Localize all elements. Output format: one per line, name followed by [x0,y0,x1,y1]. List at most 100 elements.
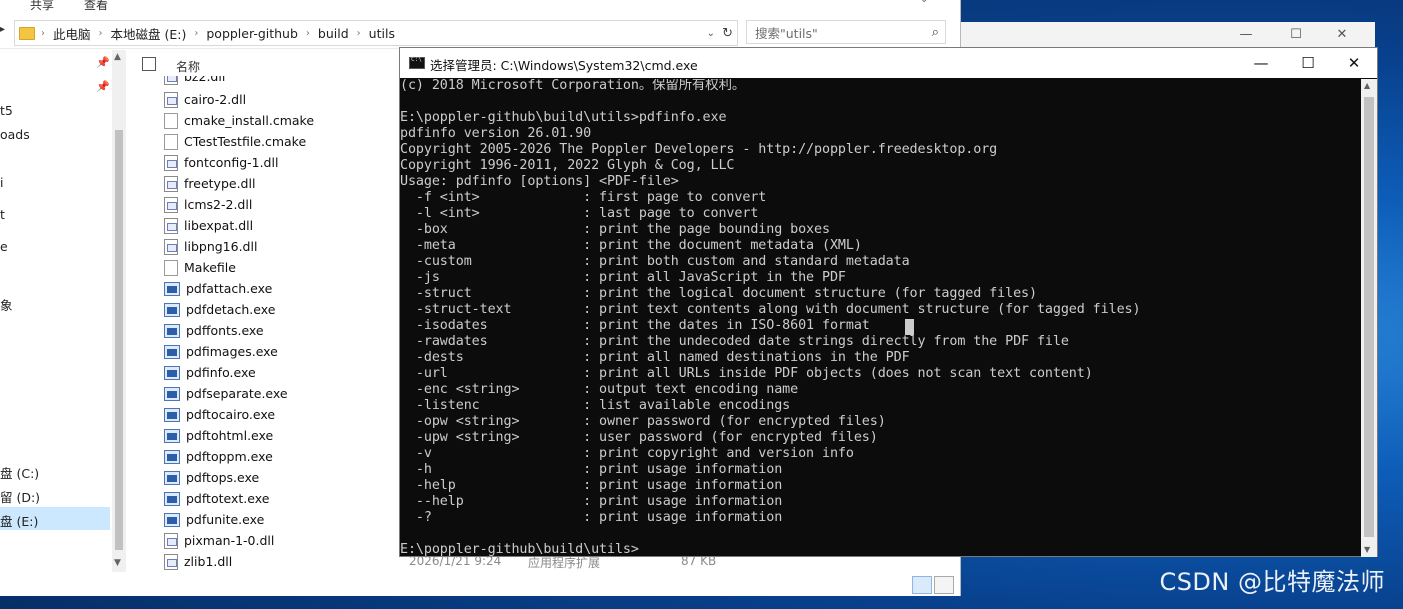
close-icon[interactable]: ✕ [1331,51,1377,75]
minimize-icon[interactable]: — [1223,24,1269,46]
file-row[interactable]: libpng16.dll [164,236,257,257]
file-name: libexpat.dll [184,218,254,233]
dll-file-icon [164,553,178,570]
exe-file-icon [164,365,180,380]
ribbon-tab-share[interactable]: 共享 [30,0,54,13]
file-icon [164,133,178,150]
nav-item[interactable]: oads [0,127,30,142]
details-view-icon[interactable] [912,576,932,594]
file-name: pdfdetach.exe [186,302,276,317]
watermark-text: CSDN @比特魔法师 [1159,568,1385,596]
nav-scrollbar[interactable]: ▲ ▼ [112,50,126,572]
close-icon[interactable]: ✕ [1319,24,1365,46]
nav-item[interactable]: t5 [0,103,13,118]
search-icon[interactable]: ⌕ [932,25,939,40]
breadcrumb-build[interactable]: build [312,26,355,41]
file-name: pdffonts.exe [186,323,264,338]
breadcrumb-drive-e[interactable]: 本地磁盘 (E:) [105,24,193,43]
search-input[interactable]: 搜索"utils" ⌕ [746,20,946,44]
file-row[interactable]: libexpat.dll [164,215,253,236]
file-name: lcms2-2.dll [184,197,253,212]
pin-icon[interactable]: 📌 [96,80,110,93]
cmd-scrollbar[interactable]: ▲ ▼ [1361,79,1377,557]
chevron-right-icon[interactable]: › [304,28,312,39]
ribbon-expand-icon[interactable]: ⌄ [920,0,928,5]
folder-icon [19,26,35,40]
file-row[interactable]: pdfimages.exe [164,341,278,362]
cmd-titlebar[interactable]: 选择管理员: C:\Windows\System32\cmd.exe — ☐ ✕ [400,48,1377,78]
exe-file-icon [164,449,180,464]
refresh-icon[interactable]: ↻ [722,26,733,41]
chevron-right-icon[interactable]: › [192,28,200,39]
column-header[interactable]: 名称 [138,54,398,74]
chevron-right-icon[interactable]: › [355,28,363,39]
file-row[interactable]: pdfseparate.exe [164,383,288,404]
scroll-down-icon[interactable]: ▼ [1364,545,1370,554]
file-name: pdfattach.exe [186,281,273,296]
file-name: pdfunite.exe [186,512,265,527]
console-text: (c) 2018 Microsoft Corporation。保留所有权利。 E… [400,79,1141,557]
file-row[interactable]: freetype.dll [164,173,255,194]
file-row[interactable]: zlib1.dll [164,551,232,572]
maximize-icon[interactable]: ☐ [1273,24,1319,46]
large-icons-view-icon[interactable] [934,576,954,594]
cmd-title: 选择管理员: C:\Windows\System32\cmd.exe [430,58,698,73]
scroll-up-icon[interactable]: ▲ [1364,81,1370,90]
file-row[interactable]: pdftops.exe [164,467,259,488]
background-window-titlebar: — ☐ ✕ [955,22,1375,49]
file-row[interactable]: cairo-2.dll [164,89,246,110]
file-row[interactable]: lcms2-2.dll [164,194,252,215]
file-row[interactable]: Makefile [164,257,236,278]
file-name: freetype.dll [184,176,256,191]
nav-item-drive-e[interactable]: 盘 (E:) [0,511,38,530]
dll-file-icon [164,217,178,234]
exe-file-icon [164,386,180,401]
file-row[interactable]: fontconfig-1.dll [164,152,278,173]
file-row[interactable]: pdfdetach.exe [164,299,275,320]
breadcrumb-utils[interactable]: utils [363,26,401,41]
file-name: pdftoppm.exe [186,449,273,464]
file-row[interactable]: pdfattach.exe [164,278,272,299]
file-row[interactable]: CTestTestfile.cmake [164,131,306,152]
column-name-label[interactable]: 名称 [176,58,200,75]
file-row[interactable]: cmake_install.cmake [164,110,314,131]
chevron-right-icon[interactable]: › [39,28,47,39]
select-all-checkbox[interactable] [142,57,156,71]
exe-file-icon [164,344,180,359]
file-row[interactable]: pixman-1-0.dll [164,530,274,551]
exe-file-icon [164,302,180,317]
chevron-down-icon[interactable]: ⌄ [707,28,715,39]
scrollbar-thumb[interactable] [115,130,123,550]
file-row[interactable]: pdfinfo.exe [164,362,256,383]
file-row[interactable]: pdfunite.exe [164,509,264,530]
scrollbar-thumb[interactable] [1364,97,1374,537]
nav-item-drive-c[interactable]: 盘 (C:) [0,463,39,482]
console-output[interactable]: (c) 2018 Microsoft Corporation。保留所有权利。 E… [400,79,1362,557]
ribbon-tab-view[interactable]: 查看 [84,0,108,13]
nav-item-drive-d[interactable]: 留 (D:) [0,487,40,506]
file-name: pdftotext.exe [186,491,270,506]
nav-item[interactable]: t [0,207,5,222]
chevron-right-icon[interactable]: › [97,28,105,39]
nav-item[interactable]: e [0,239,8,254]
navigation-pane: 📌 📌 t5 oads i t e 象 盘 (C:) 留 (D:) 盘 (E:) [0,50,112,572]
maximize-icon[interactable]: ☐ [1285,51,1331,75]
address-bar[interactable]: › 此电脑 › 本地磁盘 (E:) › poppler-github › bui… [14,20,738,46]
minimize-icon[interactable]: — [1238,51,1284,75]
nav-item[interactable]: 象 [0,295,13,314]
up-arrow-icon[interactable]: ▸ [0,24,5,35]
file-name: pdftocairo.exe [186,407,276,422]
breadcrumb-this-pc[interactable]: 此电脑 [47,24,97,43]
pin-icon[interactable]: 📌 [96,56,110,69]
exe-file-icon [164,407,180,422]
file-row[interactable]: pdftocairo.exe [164,404,275,425]
breadcrumb-poppler-github[interactable]: poppler-github [200,26,304,41]
file-row[interactable]: pdftoppm.exe [164,446,273,467]
file-icon [164,112,178,129]
scroll-up-icon[interactable]: ▲ [114,52,121,62]
scroll-down-icon[interactable]: ▼ [114,558,121,568]
file-row[interactable]: pdftohtml.exe [164,425,273,446]
file-row[interactable]: pdftotext.exe [164,488,269,509]
file-row[interactable]: pdffonts.exe [164,320,264,341]
nav-item[interactable]: i [0,175,3,190]
